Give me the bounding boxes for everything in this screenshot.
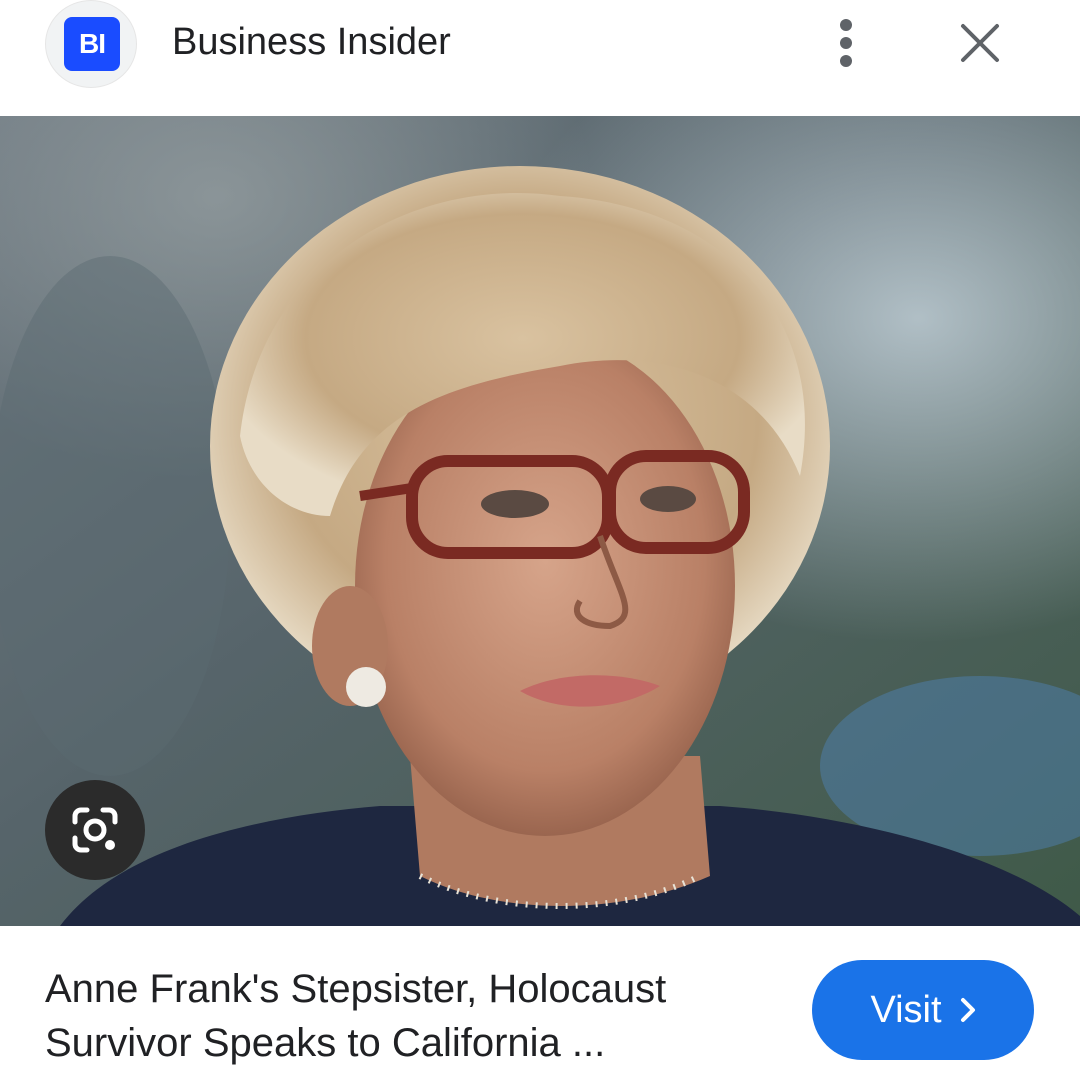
more-options-button[interactable] <box>822 14 870 72</box>
business-insider-logo: BI <box>64 17 120 71</box>
more-vert-icon <box>840 19 852 67</box>
google-lens-button[interactable] <box>45 780 145 880</box>
header: BI Business Insider <box>0 0 1080 116</box>
lens-icon <box>72 807 118 853</box>
visit-button[interactable]: Visit <box>812 960 1034 1060</box>
title-line-1: Anne Frank's Stepsister, Holocaust <box>45 967 667 1011</box>
result-image[interactable] <box>0 116 1080 926</box>
close-button[interactable] <box>952 14 1008 72</box>
result-title[interactable]: Anne Frank's Stepsister, Holocaust Survi… <box>45 962 785 1070</box>
source-name[interactable]: Business Insider <box>172 20 451 64</box>
close-icon <box>961 24 999 62</box>
source-logo[interactable]: BI <box>45 0 137 88</box>
image-preview-panel: BI Business Insider Anne Frank's Stepsis… <box>0 0 1080 1084</box>
visit-label: Visit <box>870 988 942 1031</box>
portrait-photo <box>0 116 1080 926</box>
chevron-right-icon <box>960 998 975 1022</box>
title-line-2: Survivor Speaks to California ... <box>45 1021 606 1065</box>
